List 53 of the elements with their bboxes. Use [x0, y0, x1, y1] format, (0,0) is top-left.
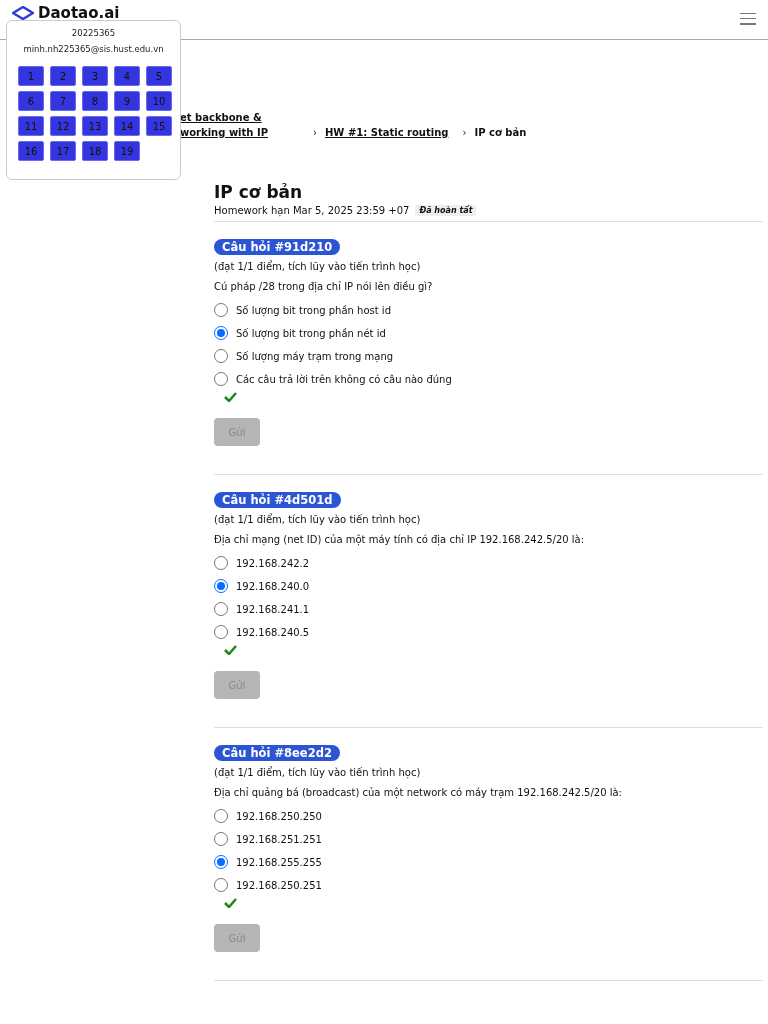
score-text: (đạt 1/1 điểm, tích lũy vào tiến trình học): [214, 514, 422, 525]
option-label[interactable]: 192.168.250.251: [236, 879, 322, 891]
option-label[interactable]: Số lượng bit trong phần nét id: [236, 327, 386, 339]
question-number-button[interactable]: 15: [146, 116, 172, 136]
user-email: minh.nh225365@sis.hust.edu.vn: [23, 44, 164, 55]
question-number-button[interactable]: 2: [50, 66, 76, 86]
breadcrumb-link[interactable]: et backbone & working with IP: [180, 110, 280, 140]
question-number-button[interactable]: 14: [114, 116, 140, 136]
question-number-button[interactable]: 11: [18, 116, 44, 136]
question-number-button[interactable]: 9: [114, 91, 140, 111]
question-number-button[interactable]: 7: [50, 91, 76, 111]
logo-text: Daotao.ai: [38, 3, 120, 22]
option-label[interactable]: 192.168.241.1: [236, 603, 310, 615]
question-badge: Câu hỏi #8ee2d2: [214, 745, 340, 761]
question-number-button[interactable]: 1: [18, 66, 44, 86]
breadcrumb-separator: ›: [462, 126, 467, 140]
breadcrumb-link[interactable]: HW #1: Static routing: [325, 125, 449, 140]
question-badge: Câu hỏi #4d501d: [214, 492, 341, 508]
student-id: 20225365: [71, 28, 116, 39]
option-label[interactable]: 192.168.250.250: [236, 810, 322, 822]
breadcrumb-current[interactable]: IP cơ bản: [474, 125, 527, 140]
score-text: (đạt 1/1 điểm, tích lũy vào tiến trình học): [214, 767, 422, 778]
option-label[interactable]: 192.168.240.5: [236, 626, 310, 638]
score-text: (đạt 1/1 điểm, tích lũy vào tiến trình học): [214, 261, 422, 272]
option-label[interactable]: 192.168.240.0: [236, 580, 310, 592]
question-number-button[interactable]: 16: [18, 141, 44, 161]
option-label[interactable]: 192.168.242.2: [236, 557, 310, 569]
question-number-button[interactable]: 12: [50, 116, 76, 136]
question-number-button[interactable]: 5: [146, 66, 172, 86]
question-badge: Câu hỏi #91d210: [214, 239, 341, 255]
question-number-button[interactable]: 3: [82, 66, 108, 86]
question-number-button[interactable]: 17: [50, 141, 76, 161]
question-number-button[interactable]: 18: [82, 141, 108, 161]
question-number-button[interactable]: 4: [114, 66, 140, 86]
question-text: Địa chỉ mạng (net ID) của một máy tính có địa chỉ IP 192.168.242.5/20 là:: [214, 534, 586, 545]
breadcrumb-separator: ›: [313, 126, 317, 140]
option-label[interactable]: 192.168.255.255: [236, 856, 322, 868]
question-text: Cú pháp /28 trong địa chỉ IP nói lên điều gì?: [214, 281, 434, 292]
option-label[interactable]: 192.168.251.251: [236, 833, 322, 845]
question-number-button[interactable]: 13: [82, 116, 108, 136]
page-title: IP cơ bản: [214, 182, 304, 202]
deadline-text: Homework hạn Mar 5, 2025 23:59 +07: [214, 205, 410, 216]
option-label[interactable]: Số lượng máy trạm trong mạng: [236, 350, 394, 362]
question-number-button[interactable]: 10: [146, 91, 172, 111]
status-tag: Đã hoàn tất: [415, 205, 477, 216]
logo-icon: [12, 5, 34, 20]
option-label[interactable]: Số lượng bit trong phần host id: [236, 304, 391, 316]
question-number-button[interactable]: 8: [82, 91, 108, 111]
option-label[interactable]: Các câu trả lời trên không có câu nào đúng: [236, 373, 452, 385]
question-number-button[interactable]: 19: [114, 141, 140, 161]
question-text: Địa chỉ quảng bá (broadcast) của một network có máy trạm 192.168.242.5/20 là:: [214, 787, 623, 798]
question-number-button[interactable]: 6: [18, 91, 44, 111]
menu-button[interactable]: [740, 12, 756, 25]
